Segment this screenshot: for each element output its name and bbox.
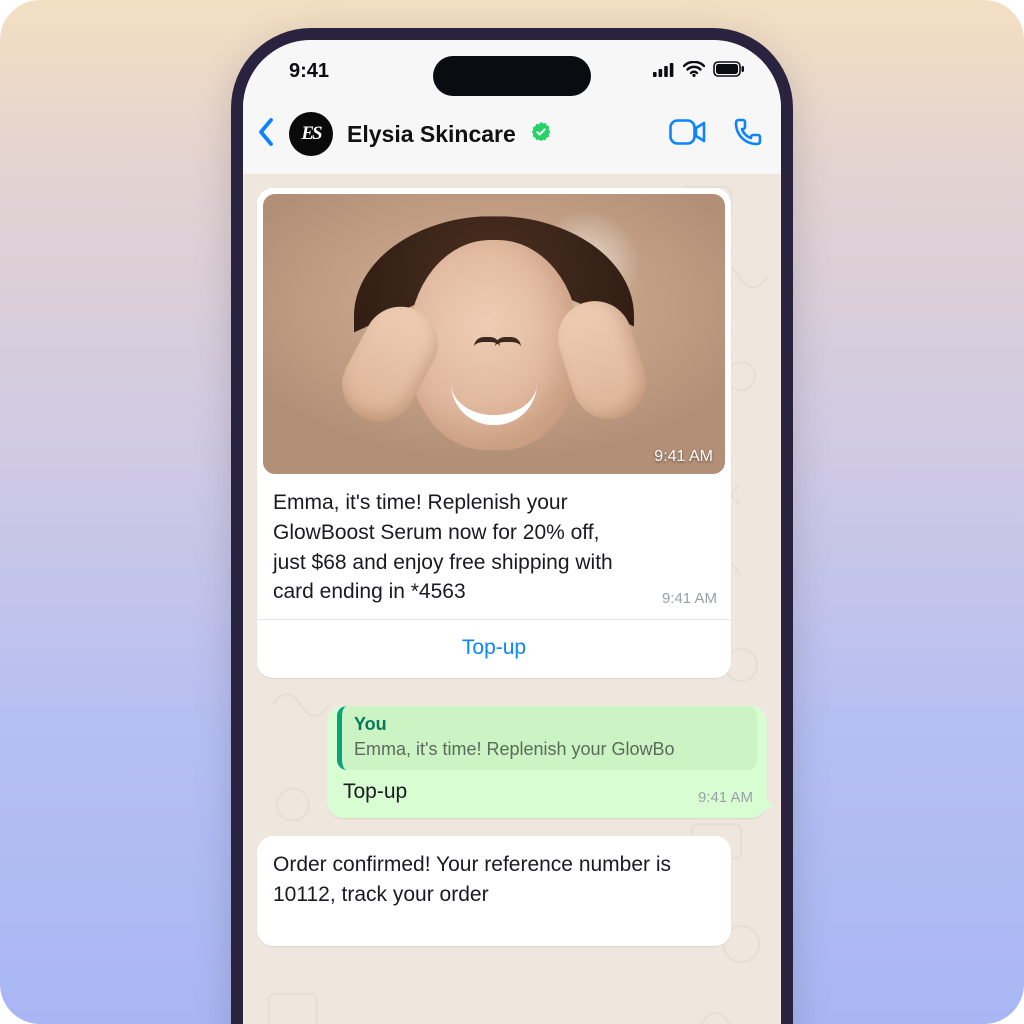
- video-call-button[interactable]: [669, 119, 707, 150]
- message-timestamp: 9:41 AM: [698, 789, 753, 806]
- cellular-icon: [653, 60, 675, 83]
- phone-screen: 9:41 ES El: [243, 40, 781, 1024]
- dynamic-island: [433, 56, 591, 96]
- promo-image[interactable]: 9:41 AM: [263, 194, 725, 474]
- outgoing-message: You Emma, it's time! Replenish your Glow…: [327, 706, 767, 818]
- status-indicators: [653, 60, 745, 83]
- outgoing-message-text: Top-up 9:41 AM: [327, 770, 767, 818]
- quoted-reply[interactable]: You Emma, it's time! Replenish your Glow…: [337, 706, 757, 770]
- incoming-message: Order confirmed! Your reference number i…: [257, 836, 731, 946]
- voice-call-button[interactable]: [733, 117, 763, 152]
- topup-button[interactable]: Top-up: [257, 619, 731, 678]
- battery-icon: [713, 60, 745, 83]
- status-time: 9:41: [289, 60, 329, 83]
- confirm-message-text: Order confirmed! Your reference number i…: [257, 836, 731, 946]
- phone-frame: 9:41 ES El: [231, 28, 793, 1024]
- bubble-tail-icon: [760, 794, 774, 812]
- wifi-icon: [683, 60, 705, 83]
- promo-message-text: Emma, it's time! Replenish your GlowBoos…: [257, 480, 731, 619]
- image-timestamp: 9:41 AM: [654, 448, 713, 466]
- chat-header: ES Elysia Skincare: [243, 102, 781, 174]
- message-timestamp: 9:41 AM: [662, 588, 717, 609]
- contact-avatar[interactable]: ES: [289, 112, 333, 156]
- back-button[interactable]: [257, 117, 275, 152]
- contact-name[interactable]: Elysia Skincare: [347, 121, 516, 148]
- verified-badge-icon: [530, 121, 552, 148]
- quote-sender: You: [354, 714, 745, 735]
- quote-snippet: Emma, it's time! Replenish your GlowBo: [354, 739, 745, 760]
- incoming-message-card: 9:41 AM Emma, it's time! Replenish your …: [257, 188, 731, 678]
- chat-body[interactable]: 9:41 AM Emma, it's time! Replenish your …: [243, 174, 781, 1024]
- gradient-card: 9:41 ES El: [0, 0, 1024, 1024]
